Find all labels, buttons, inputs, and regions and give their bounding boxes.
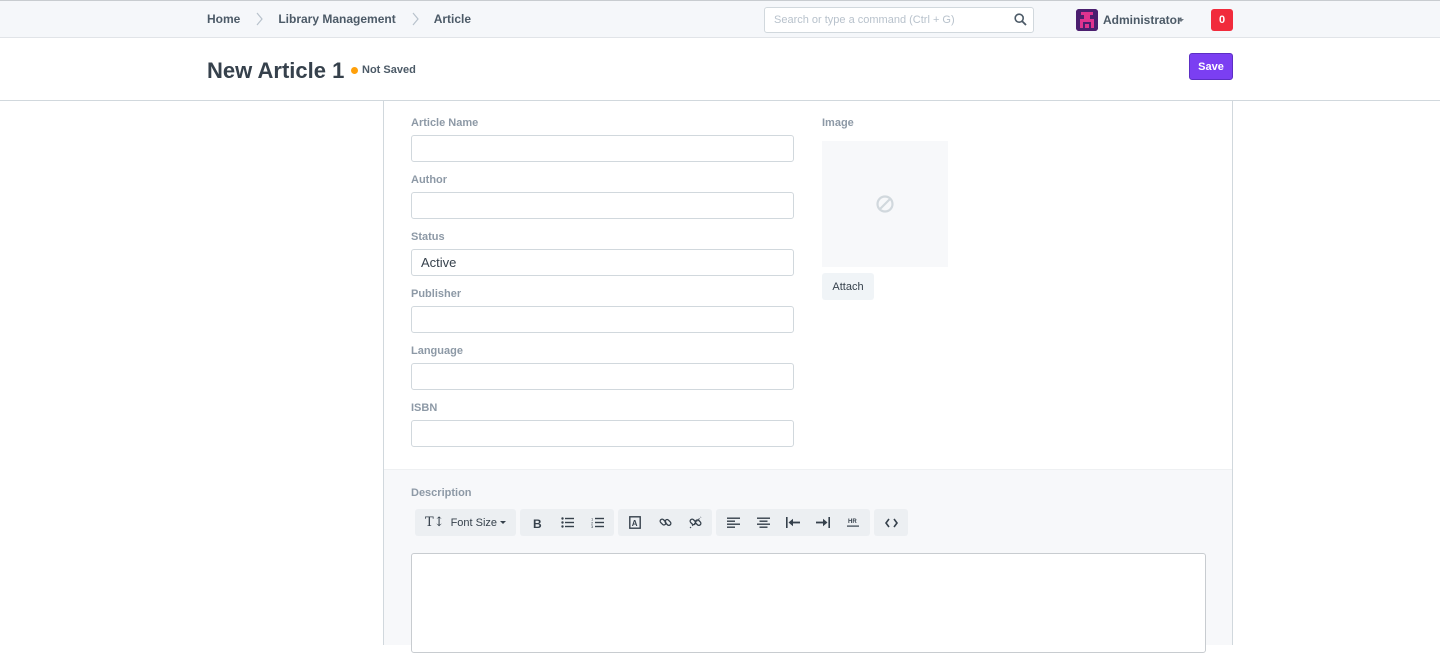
unlink-button[interactable] xyxy=(680,509,710,536)
awesomebar-search xyxy=(764,7,1034,33)
attach-button[interactable]: Attach xyxy=(822,273,874,300)
font-size-dropdown[interactable]: T↕ Font Size xyxy=(417,509,514,536)
save-button[interactable]: Save xyxy=(1189,53,1233,80)
publisher-label: Publisher xyxy=(411,288,462,300)
author-input[interactable] xyxy=(411,192,794,219)
search-input[interactable] xyxy=(765,8,1005,32)
align-left-icon xyxy=(726,517,740,528)
image-label: Image xyxy=(822,117,854,129)
image-icon: A xyxy=(629,516,641,529)
toolbar-group-paragraph: HR xyxy=(716,509,871,536)
no-image-icon xyxy=(876,195,894,218)
language-label: Language xyxy=(411,345,463,357)
navbar: Home Library Management Article Administ… xyxy=(0,0,1440,38)
bullet-list-icon xyxy=(560,517,574,528)
font-size-label: Font Size xyxy=(450,516,498,529)
toolbar-group-view xyxy=(874,509,909,536)
status-dot xyxy=(351,66,358,74)
breadcrumb-library-management[interactable]: Library Management xyxy=(278,12,395,26)
image-preview xyxy=(822,141,948,267)
toolbar-group-font: T↕ Font Size xyxy=(415,509,517,536)
page-title: New Article 1 xyxy=(207,58,345,83)
svg-text:B: B xyxy=(533,517,542,529)
toolbar-group-style: B 123 xyxy=(520,509,615,536)
status-label: Not Saved xyxy=(362,64,416,76)
horizontal-rule-button[interactable]: HR xyxy=(838,509,868,536)
code-view-button[interactable] xyxy=(876,509,906,536)
description-editor[interactable] xyxy=(411,553,1206,653)
notification-badge[interactable]: 0 xyxy=(1211,9,1233,31)
page-head: New Article 1 Not Saved Save xyxy=(0,38,1440,101)
bold-icon: B xyxy=(533,517,542,529)
outdent-button[interactable] xyxy=(778,509,808,536)
numbered-list-icon: 123 xyxy=(591,517,604,528)
outdent-icon xyxy=(786,517,801,528)
author-label: Author xyxy=(411,174,448,186)
insert-image-button[interactable]: A xyxy=(620,509,650,536)
breadcrumb: Home Library Management Article xyxy=(207,12,471,26)
form-layout: Article Name Author Status Publisher Lan… xyxy=(383,101,1233,653)
unlink-icon xyxy=(689,516,702,529)
numbered-list-button[interactable]: 123 xyxy=(582,509,612,536)
svg-text:HR: HR xyxy=(848,519,857,525)
isbn-label: ISBN xyxy=(411,402,438,414)
text-height-icon: T↕ xyxy=(425,515,445,530)
align-left-button[interactable] xyxy=(718,509,748,536)
status-indicator: Not Saved xyxy=(351,64,416,76)
chevron-right-icon xyxy=(255,12,264,26)
publisher-input[interactable] xyxy=(411,306,794,333)
editor-toolbar: T↕ Font Size B 123 A HR xyxy=(415,509,912,536)
breadcrumb-home[interactable]: Home xyxy=(207,12,240,26)
svg-text:3: 3 xyxy=(591,524,594,528)
indent-icon xyxy=(816,517,831,528)
description-label: Description xyxy=(411,487,472,499)
caret-down-icon xyxy=(500,521,507,524)
link-icon xyxy=(659,518,672,526)
indent-button[interactable] xyxy=(808,509,838,536)
align-center-button[interactable] xyxy=(748,509,778,536)
toolbar-group-insert: A xyxy=(618,509,713,536)
status-label: Status xyxy=(411,231,445,243)
caret-down-icon[interactable] xyxy=(1178,19,1184,22)
search-icon[interactable] xyxy=(1014,13,1027,31)
bold-button[interactable]: B xyxy=(522,509,552,536)
svg-text:A: A xyxy=(632,519,638,528)
horizontal-rule-icon: HR xyxy=(847,519,860,527)
chevron-right-icon xyxy=(411,12,420,26)
insert-link-button[interactable] xyxy=(650,509,680,536)
status-select[interactable] xyxy=(411,249,794,276)
code-icon xyxy=(884,518,898,527)
align-center-icon xyxy=(756,517,770,528)
description-section: Description T↕ Font Size B 123 A HR xyxy=(384,469,1232,653)
article-name-input[interactable] xyxy=(411,135,794,162)
bullet-list-button[interactable] xyxy=(552,509,582,536)
avatar[interactable] xyxy=(1076,9,1098,31)
breadcrumb-article[interactable]: Article xyxy=(434,12,471,26)
user-menu-label[interactable]: Administrator xyxy=(1103,13,1182,27)
language-input[interactable] xyxy=(411,363,794,390)
article-name-label: Article Name xyxy=(411,117,479,129)
isbn-input[interactable] xyxy=(411,420,794,447)
